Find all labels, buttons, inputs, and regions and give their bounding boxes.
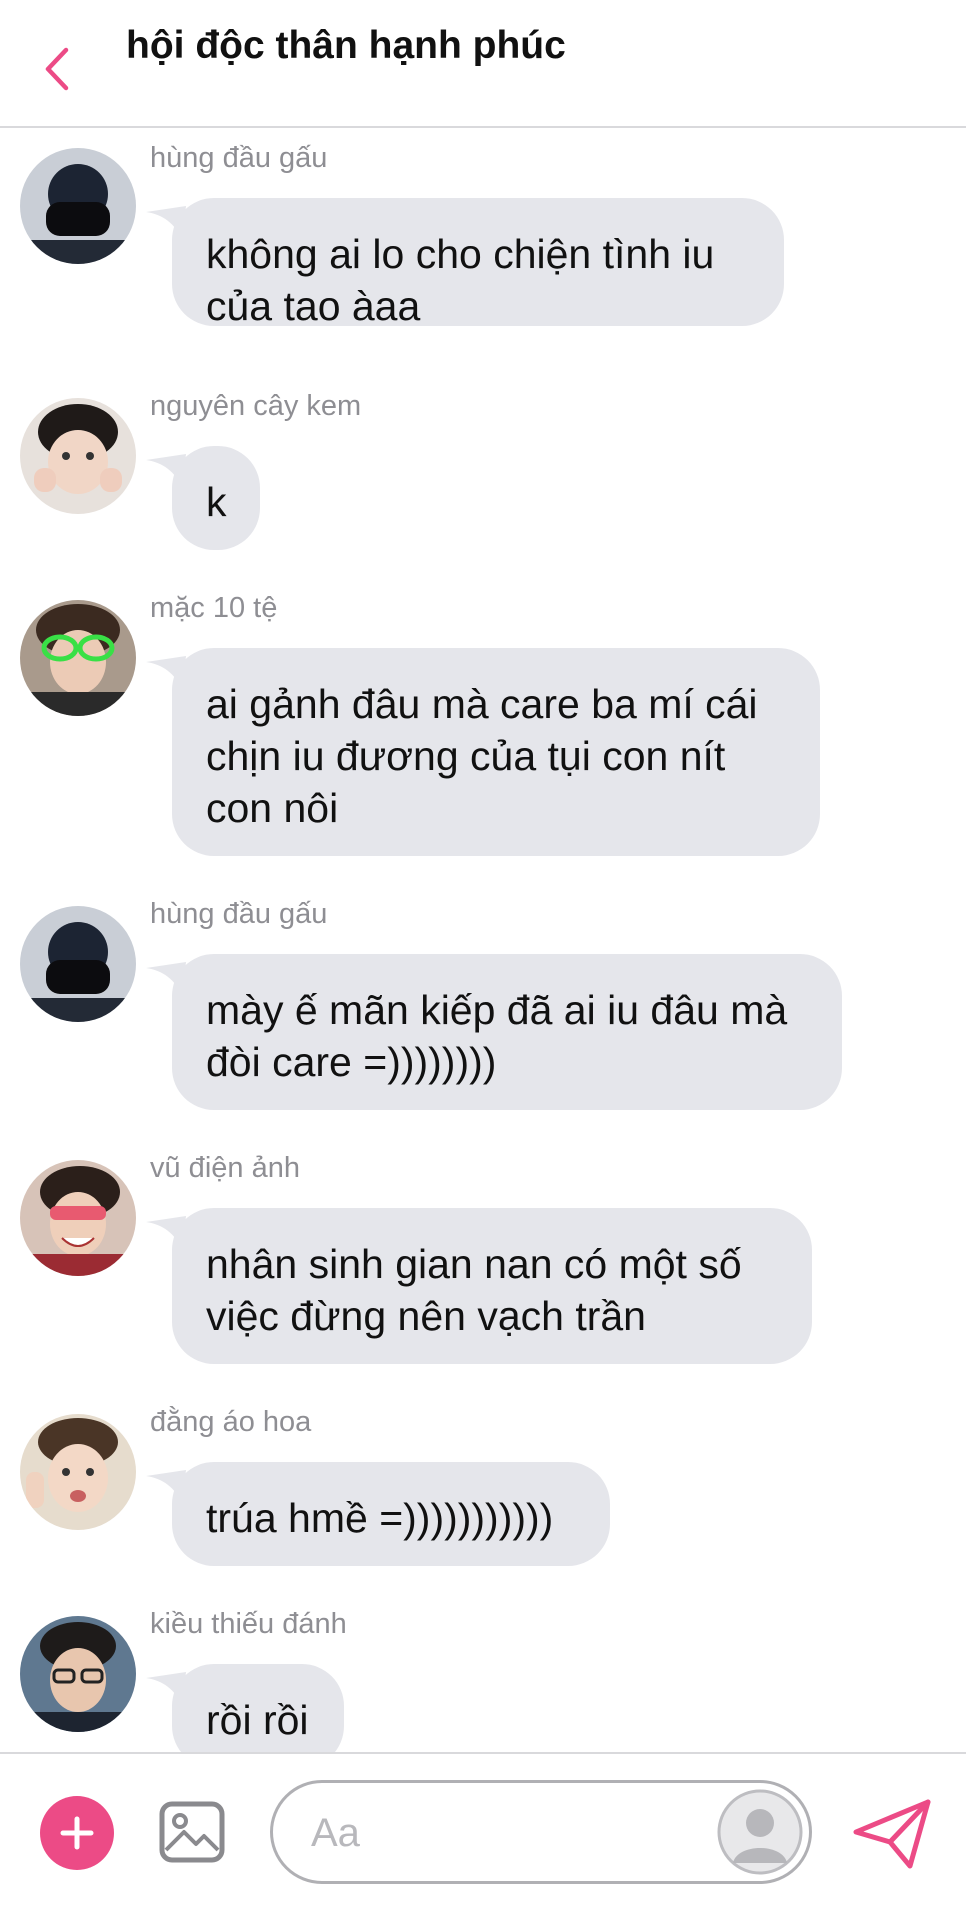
- plus-icon: [60, 1816, 94, 1850]
- chat-header: hội độc thân hạnh phúc: [0, 0, 966, 128]
- avatar[interactable]: [20, 600, 136, 716]
- user-avatar[interactable]: [717, 1789, 803, 1875]
- send-button[interactable]: [852, 1798, 932, 1870]
- add-button[interactable]: [40, 1796, 114, 1870]
- avatar[interactable]: [20, 1616, 136, 1732]
- message-bubble[interactable]: rồi rồi: [172, 1664, 344, 1752]
- sender-name: kiều thiếu đánh: [150, 1608, 347, 1640]
- message-bubble[interactable]: mày ế mãn kiếp đã ai iu đâu mà đòi care …: [172, 954, 842, 1110]
- message-input-wrapper: [270, 1780, 812, 1884]
- chevron-left-icon: [45, 47, 69, 91]
- image-icon: [159, 1801, 225, 1863]
- message-list[interactable]: hùng đầu gấu không ai lo cho chiện tình …: [0, 128, 966, 1752]
- chat-title: hội độc thân hạnh phúc: [126, 24, 566, 67]
- sender-name: nguyên cây kem: [150, 390, 362, 422]
- avatar[interactable]: [20, 398, 136, 514]
- sender-name: vũ điện ảnh: [150, 1152, 300, 1184]
- send-icon: [853, 1799, 931, 1869]
- message-bubble[interactable]: không ai lo cho chiện tình iu của tao àa…: [172, 198, 784, 329]
- sender-name: hùng đầu gấu: [150, 898, 328, 930]
- avatar[interactable]: [20, 1160, 136, 1276]
- message-bubble[interactable]: nhân sinh gian nan có một số việc đừng n…: [172, 1208, 812, 1364]
- composer-bar: [0, 1752, 966, 1920]
- avatar[interactable]: [20, 148, 136, 264]
- image-button[interactable]: [158, 1798, 226, 1866]
- sender-name: hùng đầu gấu: [150, 142, 328, 174]
- avatar[interactable]: [20, 1414, 136, 1530]
- message-input[interactable]: [309, 1783, 673, 1883]
- sender-name: mặc 10 tệ: [150, 592, 278, 624]
- message-bubble[interactable]: trúa hmề =))))))))))): [172, 1462, 610, 1566]
- message-bubble[interactable]: ai gảnh đâu mà care ba mí cái chịn iu đư…: [172, 648, 820, 856]
- message-bubble[interactable]: k: [172, 446, 260, 550]
- avatar[interactable]: [20, 906, 136, 1022]
- back-button[interactable]: [36, 44, 76, 94]
- sender-name: đằng áo hoa: [150, 1406, 312, 1438]
